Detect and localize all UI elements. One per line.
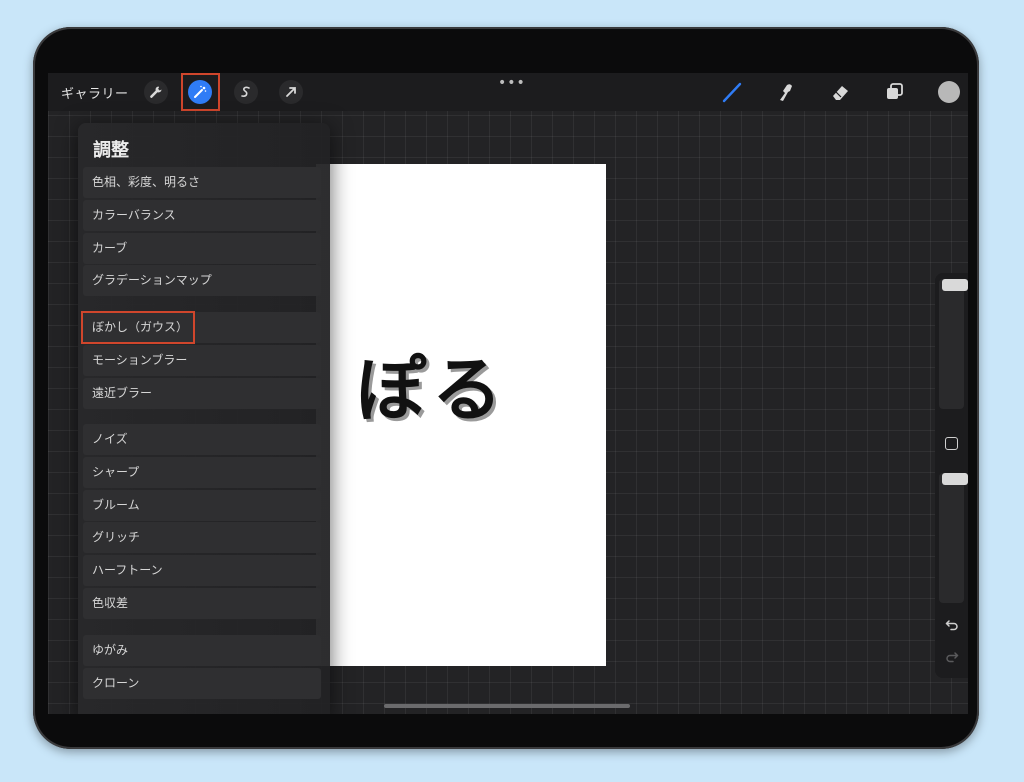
eraser-icon[interactable] [827, 79, 853, 105]
adjustments-highlight [181, 73, 220, 111]
smudge-finger-icon[interactable] [772, 79, 798, 105]
arrow-cursor-icon[interactable] [279, 80, 303, 104]
procreate-screen: ギャラリー ••• ぽる 調整 色相、彩度、明るさ カラーバランス カーブ グラ… [48, 73, 968, 714]
adjustments-menu: 調整 色相、彩度、明るさ カラーバランス カーブ グラデーションマップ ぼかし（… [78, 123, 330, 714]
gaussian-blur-highlight [81, 311, 195, 344]
undo-icon[interactable] [943, 617, 961, 635]
menu-item-noise[interactable]: ノイズ [83, 424, 321, 455]
drawing-canvas[interactable]: ぽる [316, 164, 606, 666]
menu-item-chromatic-aberration[interactable]: 色収差 [83, 588, 321, 619]
brush-sidebar [935, 273, 968, 678]
opacity-thumb[interactable] [942, 473, 968, 485]
brush-size-slider[interactable] [939, 279, 968, 409]
menu-item-liquify[interactable]: ゆがみ [83, 635, 321, 666]
menu-item-hue-saturation-brightness[interactable]: 色相、彩度、明るさ [83, 167, 321, 198]
menu-item-motion-blur[interactable]: モーションブラー [83, 345, 321, 376]
menu-item-curves[interactable]: カーブ [83, 233, 321, 264]
more-dots[interactable]: ••• [498, 75, 526, 91]
wrench-icon[interactable] [144, 80, 168, 104]
gallery-button[interactable]: ギャラリー [61, 83, 129, 102]
brush-icon[interactable] [719, 79, 745, 105]
selection-s-icon[interactable] [234, 80, 258, 104]
opacity-slider[interactable] [939, 473, 968, 603]
canvas-drawn-text: ぽる [356, 349, 508, 431]
brush-size-thumb[interactable] [942, 279, 968, 291]
menu-item-glitch[interactable]: グリッチ [83, 522, 321, 553]
redo-icon[interactable] [943, 649, 961, 667]
menu-item-color-balance[interactable]: カラーバランス [83, 200, 321, 231]
menu-item-sharpen[interactable]: シャープ [83, 457, 321, 488]
menu-title: 調整 [93, 140, 129, 161]
menu-item-halftone[interactable]: ハーフトーン [83, 555, 321, 586]
menu-item-clone[interactable]: クローン [83, 668, 321, 699]
menu-item-perspective-blur[interactable]: 遠近ブラー [83, 378, 321, 409]
top-toolbar: ギャラリー ••• [48, 73, 968, 111]
color-picker-swatch[interactable] [938, 81, 960, 103]
menu-item-bloom[interactable]: ブルーム [83, 490, 321, 521]
square-icon[interactable] [945, 437, 958, 450]
layers-icon[interactable] [882, 79, 908, 105]
menu-item-gradient-map[interactable]: グラデーションマップ [83, 265, 321, 296]
home-indicator [384, 704, 630, 708]
